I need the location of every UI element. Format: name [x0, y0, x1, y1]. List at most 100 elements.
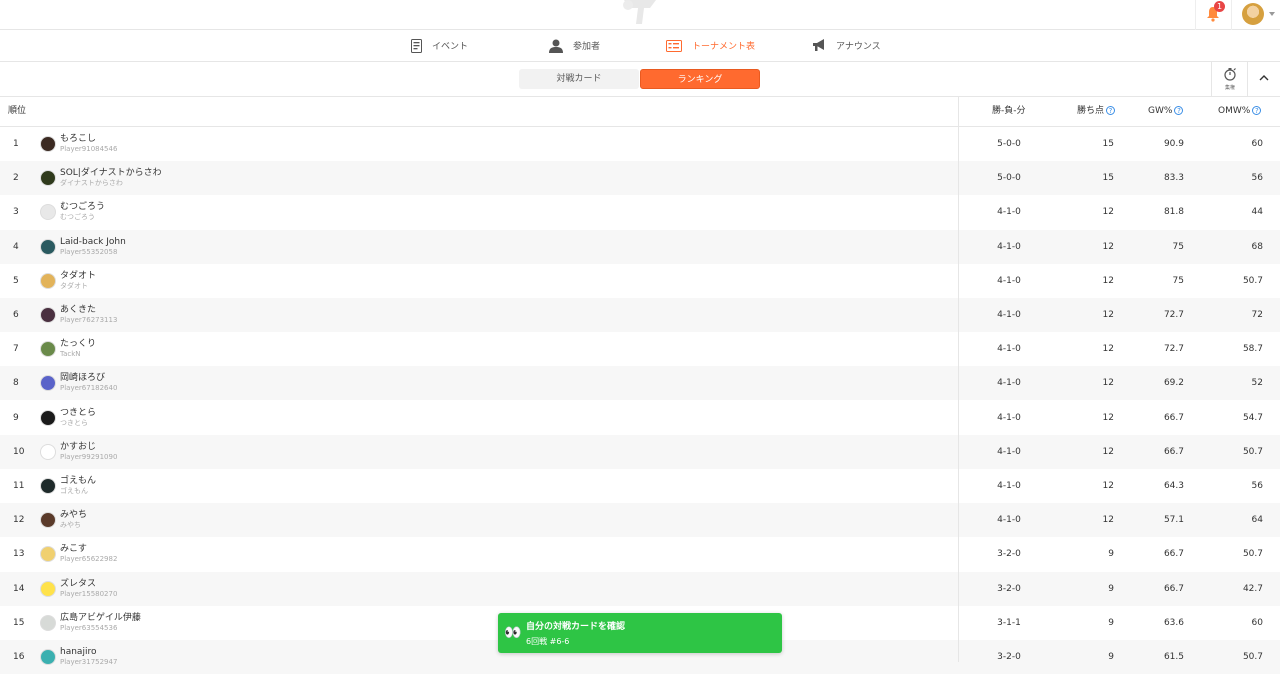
nav-item-label: 参加者	[573, 42, 601, 52]
rank-cell: 1	[13, 139, 19, 149]
table-row[interactable]: 14 ズレタス Player15580270 3-2-0 9 66.7 42.7	[0, 571, 1280, 606]
help-icon[interactable]: ?	[1174, 106, 1184, 115]
wld-cell: 4-1-0	[997, 378, 1021, 389]
rank-cell: 10	[13, 446, 25, 457]
user-menu[interactable]	[1231, 0, 1280, 30]
rank-cell: 15	[13, 617, 25, 628]
table-row[interactable]: 6 あくきた Player76273113 4-1-0 12 72.7 72	[0, 298, 1280, 332]
nav-item-event[interactable]: イベント	[411, 30, 468, 61]
notification-button[interactable]: 1	[1195, 0, 1231, 30]
omw-cell: 58.7	[1242, 344, 1263, 355]
table-row[interactable]: 9 つきとら つきとら 4-1-0 12 66.7 54.7	[0, 401, 1280, 435]
tab-ranking[interactable]: ランキング	[640, 69, 760, 89]
omw-cell: 50.7	[1242, 652, 1263, 662]
avatar	[40, 546, 56, 563]
header-points: 勝ち点?	[1077, 97, 1116, 126]
notification-badge: 1	[1214, 1, 1225, 12]
wld-cell: 4-1-0	[997, 207, 1021, 218]
nav-item-label: トーナメント表	[692, 42, 756, 52]
points-cell: 12	[1102, 241, 1114, 252]
gw-cell: 63.6	[1163, 617, 1184, 628]
points-cell: 9	[1108, 652, 1114, 662]
wld-cell: 4-1-0	[997, 446, 1021, 457]
view-toggle-bar: 対戦カード ランキング	[0, 62, 1280, 97]
omw-cell: 60	[1251, 139, 1263, 149]
points-cell: 12	[1102, 275, 1114, 286]
table-row[interactable]: 3 むつごろう むつごろう 4-1-0 12 81.8 44	[0, 195, 1280, 229]
table-row[interactable]: 1 もろこし Player91084546 5-0-0 15 90.9 60	[0, 127, 1280, 161]
table-row[interactable]: 11 ゴえもん ゴえもん 4-1-0 12 64.3 56	[0, 469, 1280, 503]
gw-cell: 81.8	[1163, 207, 1184, 218]
rank-cell: 8	[13, 378, 19, 389]
wld-cell: 5-0-0	[997, 139, 1021, 149]
player-name: 岡崎ほろび	[60, 373, 106, 384]
help-icon[interactable]: ?	[1106, 106, 1116, 115]
points-cell: 15	[1102, 173, 1114, 184]
points-cell: 12	[1102, 310, 1114, 320]
nav-item-bracket[interactable]: トーナメント表	[666, 30, 755, 61]
avatar	[40, 580, 56, 597]
avatar	[40, 204, 56, 221]
table-row[interactable]: 5 タダオト タダオト 4-1-0 12 75 50.7	[0, 264, 1280, 298]
chevron-down-icon	[1269, 12, 1275, 16]
avatar	[40, 238, 56, 255]
player-id: ゴえもん	[60, 487, 88, 495]
player-id: つきとら	[60, 418, 88, 427]
stopwatch-icon	[1224, 68, 1236, 81]
omw-cell: 56	[1251, 173, 1263, 184]
player-name: ゴえもん	[60, 476, 97, 486]
player-id: みやち	[60, 521, 81, 530]
player-name: かすおじ	[60, 441, 97, 452]
table-row[interactable]: 8 岡崎ほろび Player67182640 4-1-0 12 69.2 52	[0, 366, 1280, 401]
avatar	[40, 307, 56, 323]
player-id: タダオト	[60, 281, 88, 290]
header-gw-label: GW%	[1148, 106, 1173, 116]
wld-cell: 4-1-0	[997, 481, 1021, 491]
omw-cell: 60	[1251, 617, 1263, 628]
wld-cell: 3-2-0	[997, 549, 1021, 560]
player-name: むつごろう	[60, 202, 106, 213]
document-icon	[411, 38, 422, 53]
tab-pairings[interactable]: 対戦カード	[519, 69, 639, 89]
nav-item-label: アナウンス	[836, 42, 881, 52]
omw-cell: 52	[1251, 378, 1263, 389]
avatar	[40, 375, 56, 392]
header-gw: GW%?	[1148, 97, 1184, 126]
rank-cell: 4	[13, 241, 19, 252]
timer-button[interactable]: 集権	[1211, 62, 1247, 96]
points-cell: 12	[1102, 446, 1114, 457]
omw-cell: 64	[1251, 515, 1263, 526]
omw-cell: 50.7	[1242, 275, 1263, 286]
table-row[interactable]: 4 Laid-back John Player55352058 4-1-0 12 75 68	[0, 229, 1280, 264]
player-name: hanajiro	[60, 647, 97, 657]
gw-cell: 75	[1172, 241, 1184, 252]
points-cell: 12	[1102, 344, 1114, 355]
player-name: たっくり	[60, 339, 97, 350]
table-row[interactable]: 7 たっくり TackN 4-1-0 12 72.7 58.7	[0, 332, 1280, 366]
my-pairing-toast[interactable]: 👀 自分の対戦カードを確認 6回戦 #6-6	[498, 613, 782, 653]
points-cell: 12	[1102, 481, 1114, 491]
nav-item-participants[interactable]: 参加者	[549, 30, 600, 61]
chevron-up-icon	[1259, 75, 1269, 81]
omw-cell: 54.7	[1242, 412, 1263, 423]
table-row[interactable]: 10 かすおじ Player99291090 4-1-0 12 66.7 50.7	[0, 434, 1280, 469]
table-row[interactable]: 12 みやち みやち 4-1-0 12 57.1 64	[0, 503, 1280, 538]
eyes-icon: 👀	[504, 625, 522, 641]
player-name: ズレタス	[60, 578, 97, 589]
player-id: TackN	[60, 350, 81, 359]
points-cell: 9	[1108, 549, 1114, 560]
player-id: Player91084546	[60, 145, 118, 153]
help-icon[interactable]: ?	[1252, 106, 1262, 115]
nav-item-announce[interactable]: アナウンス	[812, 30, 881, 61]
gw-cell: 64.3	[1163, 481, 1184, 491]
table-row[interactable]: 13 みこす Player65622982 3-2-0 9 66.7 50.7	[0, 537, 1280, 571]
avatar	[40, 478, 56, 494]
rank-cell: 13	[13, 549, 25, 560]
logo-icon[interactable]	[620, 0, 660, 24]
omw-cell: 72	[1251, 310, 1263, 320]
collapse-button[interactable]	[1247, 62, 1280, 96]
wld-cell: 4-1-0	[997, 275, 1021, 286]
player-id: Player63554536	[60, 623, 118, 632]
table-row[interactable]: 2 SOL|ダイナストからさわ ダイナストからさわ 5-0-0 15 83.3 56	[0, 161, 1280, 196]
avatar	[40, 170, 56, 187]
